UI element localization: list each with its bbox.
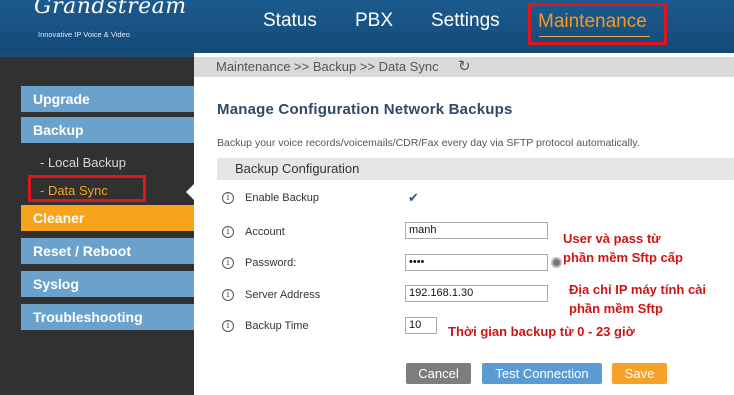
section-header: Backup Configuration xyxy=(217,158,734,180)
sidebar-item-troubleshooting[interactable]: Troubleshooting xyxy=(21,304,194,330)
test-connection-button[interactable]: Test Connection xyxy=(482,363,602,384)
info-icon[interactable]: i xyxy=(222,257,234,269)
backup-time-label: Backup Time xyxy=(245,320,309,332)
page-description: Backup your voice records/voicemails/CDR… xyxy=(217,137,640,149)
annotation-time: Thời gian backup từ 0 - 23 giờ xyxy=(448,324,635,339)
info-icon[interactable]: i xyxy=(222,289,234,301)
sidebar-item-syslog[interactable]: Syslog xyxy=(21,271,194,297)
sidebar-item-cleaner[interactable]: Cleaner xyxy=(21,205,194,231)
refresh-icon[interactable]: ↻ xyxy=(458,57,471,77)
info-icon[interactable]: i xyxy=(222,226,234,238)
annotation-ip: Địa chỉ IP máy tính cài phần mềm Sftp xyxy=(569,280,706,318)
breadcrumb-text: Maintenance >> Backup >> Data Sync xyxy=(216,59,439,74)
nav-pbx[interactable]: PBX xyxy=(355,10,393,32)
annotation-line: phần mềm Sftp cấp xyxy=(563,250,683,265)
annotation-user-pass: User và pass từ phần mềm Sftp cấp xyxy=(563,229,683,267)
sidebar-item-upgrade[interactable]: Upgrade xyxy=(21,86,194,112)
cancel-button[interactable]: Cancel xyxy=(406,363,471,384)
logo-text: Grandstream xyxy=(34,0,187,19)
active-pointer-arrow xyxy=(186,184,194,200)
info-icon[interactable]: i xyxy=(222,192,234,204)
server-address-label: Server Address xyxy=(245,289,321,301)
logo-tagline: Innovative IP Voice & Video xyxy=(38,30,130,39)
check-icon: ✔ xyxy=(408,190,419,205)
nav-status[interactable]: Status xyxy=(263,10,317,32)
account-input[interactable]: manh xyxy=(405,222,548,239)
backup-time-input[interactable]: 10 xyxy=(405,317,437,334)
nav-maintenance[interactable]: Maintenance xyxy=(528,3,667,45)
annotation-line: phần mềm Sftp xyxy=(569,301,663,316)
info-icon[interactable]: i xyxy=(222,320,234,332)
password-label: Password: xyxy=(245,257,297,269)
save-button[interactable]: Save xyxy=(612,363,667,384)
top-navigation-bar: Grandstream Innovative IP Voice & Video … xyxy=(0,0,734,53)
enable-backup-label: Enable Backup xyxy=(245,192,319,204)
sidebar-item-reset-reboot[interactable]: Reset / Reboot xyxy=(21,238,194,264)
sidebar-item-backup[interactable]: Backup xyxy=(21,117,194,143)
page-title: Manage Configuration Network Backups xyxy=(217,101,513,118)
password-toggle-icon[interactable] xyxy=(551,257,562,268)
account-label: Account xyxy=(245,226,285,238)
password-input[interactable]: •••• xyxy=(405,254,548,271)
annotation-line: Địa chỉ IP máy tính cài xyxy=(569,282,707,297)
nav-settings[interactable]: Settings xyxy=(431,10,500,32)
breadcrumb: Maintenance >> Backup >> Data Sync ↻ xyxy=(194,57,734,77)
grandstream-logo[interactable]: Grandstream Innovative IP Voice & Video xyxy=(34,0,187,39)
nav-maintenance-label: Maintenance xyxy=(538,11,647,32)
nav-active-underline xyxy=(539,36,650,37)
enable-backup-checkbox[interactable]: ✔ xyxy=(408,190,419,206)
sidebar-subitem-local-backup[interactable]: - Local Backup xyxy=(40,155,126,170)
data-sync-highlight-box xyxy=(28,175,146,202)
server-address-input[interactable]: 192.168.1.30 xyxy=(405,285,548,302)
annotation-line: User và pass từ xyxy=(563,231,661,246)
